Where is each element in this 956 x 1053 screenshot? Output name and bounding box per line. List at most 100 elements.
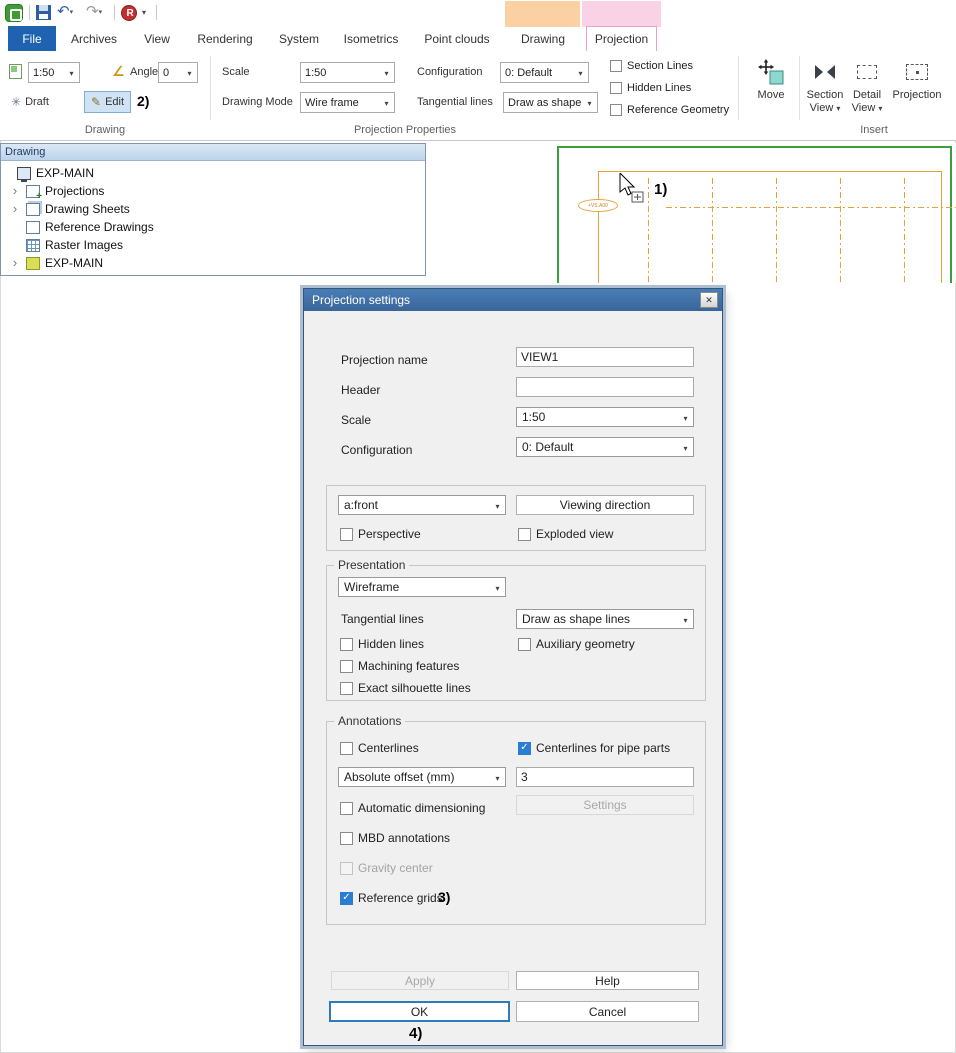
edit-button[interactable]: ✎ Edit [84,91,131,113]
tangential-lines-combo[interactable]: Draw as shape [503,92,598,113]
scale-select[interactable]: 1:50 [516,407,694,427]
viewing-direction-button[interactable]: Viewing direction [516,495,694,515]
settings-button[interactable]: Settings [516,795,694,815]
scale-combo[interactable]: 1:50 [300,62,395,83]
customize-qat-icon[interactable]: ▾ [142,8,146,17]
presentation-mode-select[interactable]: Wireframe [338,577,506,597]
offset-mode-select[interactable]: Absolute offset (mm) [338,767,506,787]
apply-button[interactable]: Apply [331,971,509,990]
chevron-down-icon [492,770,503,784]
section-view-icon [813,57,837,87]
projection-name-input[interactable] [516,347,694,367]
checkbox-hidden-lines[interactable]: Hidden lines [340,637,424,651]
angle-combo[interactable]: 0 [158,62,198,83]
tab-rendering[interactable]: Rendering [196,26,254,51]
close-icon[interactable]: ✕ [700,292,718,308]
ok-button[interactable]: OK [329,1001,510,1022]
projections-icon [26,185,40,198]
button-label: View [852,102,876,114]
tab-drawing[interactable]: Drawing [512,26,574,51]
chevron-down-icon [836,102,840,114]
scale-label: Scale [222,65,250,79]
checkbox-section-lines[interactable]: Section Lines [610,60,693,72]
checkbox-box [340,862,353,875]
section-view-button[interactable]: Section View [803,57,847,125]
checkbox-centerlines-pipe-parts[interactable]: Centerlines for pipe parts [518,741,670,755]
expander-icon[interactable] [9,257,21,269]
tree-item-exp-main[interactable]: EXP-MAIN [1,164,425,182]
offset-value-input[interactable] [516,767,694,787]
checkbox-machining-features[interactable]: Machining features [340,659,459,673]
projection-button[interactable]: Projection [888,57,946,125]
tab-view[interactable]: View [138,26,176,51]
button-label: Edit [105,96,124,108]
move-button[interactable]: Move [744,57,798,125]
help-button[interactable]: Help [516,971,699,990]
checkbox-exact-silhouette-lines[interactable]: Exact silhouette lines [340,681,471,695]
app-logo-icon[interactable] [5,4,23,22]
tab-archives[interactable]: Archives [68,26,120,51]
step-1-annotation: 1) [654,181,667,198]
save-icon[interactable] [36,5,51,20]
reference-grid-line [712,178,713,283]
checkbox-exploded-view[interactable]: Exploded view [518,527,613,541]
expander-icon[interactable] [9,203,21,215]
undo-button[interactable]: ↶▾ [57,3,73,22]
checkbox-reference-geometry[interactable]: Reference Geometry [610,104,729,116]
tab-isometrics[interactable]: Isometrics [342,26,400,51]
drawing-canvas[interactable]: +VS.A00 1) [426,143,956,283]
button-label: Cancel [589,1005,626,1019]
draft-button[interactable]: ✳ Draft [5,91,55,113]
tab-system[interactable]: System [276,26,322,51]
tangential-lines-select[interactable]: Draw as shape lines [516,609,694,629]
checkbox-label: Exploded view [536,527,613,541]
button-label: Viewing direction [560,498,651,512]
tab-file[interactable]: File [8,26,56,51]
cancel-button[interactable]: Cancel [516,1001,699,1022]
checkbox-reference-grids[interactable]: Reference grids [340,891,443,905]
configuration-combo[interactable]: 0: Default [500,62,589,83]
checkbox-box [340,682,353,695]
checkbox-label: Perspective [358,527,421,541]
reference-grid-line [666,207,956,208]
checkbox-perspective[interactable]: Perspective [340,527,421,541]
tree-item-projections[interactable]: Projections [1,182,425,200]
tab-label: Isometrics [344,32,399,46]
configuration-select[interactable]: 0: Default [516,437,694,457]
tab-projection[interactable]: Projection [586,26,657,51]
tree-item-label: EXP-MAIN [36,166,94,180]
checkbox-automatic-dimensioning[interactable]: Automatic dimensioning [340,801,485,815]
tree-item-raster-images[interactable]: Raster Images [1,236,425,254]
reference-grid-line [904,178,905,283]
monitor-icon [17,167,31,180]
tree-item-drawing-sheets[interactable]: Drawing Sheets [1,200,425,218]
tab-point-clouds[interactable]: Point clouds [420,26,494,51]
checkbox-label: Auxiliary geometry [536,637,635,651]
drawing-scale-combo[interactable]: 1:50 [28,62,80,83]
checkbox-centerlines[interactable]: Centerlines [340,741,419,755]
checkbox-box [340,638,353,651]
chevron-down-icon: ▾ [70,9,74,16]
drawing-mode-combo[interactable]: Wire frame [300,92,395,113]
tree-item-exp-main-model[interactable]: EXP-MAIN [1,254,425,272]
view-direction-select[interactable]: a:front [338,495,506,515]
dialog-title-bar[interactable]: Projection settings [304,289,722,311]
chevron-down-icon [680,612,691,626]
detail-view-button[interactable]: Detail View [847,57,887,125]
checkbox-hidden-lines[interactable]: Hidden Lines [610,82,691,94]
redo-button[interactable]: ↷▾ [86,3,102,22]
button-label: Settings [583,798,626,812]
r-badge-icon[interactable] [121,5,137,21]
checkbox-label: Reference Geometry [627,104,729,116]
chevron-down-icon [680,410,691,424]
checkbox-mbd-annotations[interactable]: MBD annotations [340,831,450,845]
combo-value: Absolute offset (mm) [344,770,492,784]
chevron-down-icon [184,67,195,79]
combo-value: Draw as shape lines [522,612,680,626]
tree-item-reference-drawings[interactable]: Reference Drawings [1,218,425,236]
chevron-down-icon [492,498,503,512]
detail-view-icon [857,65,877,79]
header-input[interactable] [516,377,694,397]
expander-icon[interactable] [9,185,21,197]
checkbox-auxiliary-geometry[interactable]: Auxiliary geometry [518,637,635,651]
